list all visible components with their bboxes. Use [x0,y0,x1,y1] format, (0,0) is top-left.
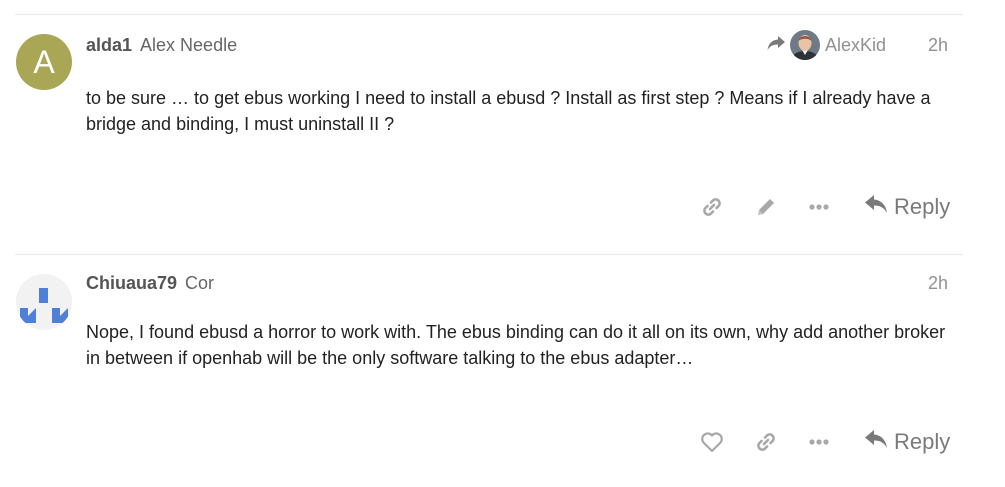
share-arrow-icon [766,35,786,56]
full-name: Cor [185,273,215,293]
ellipsis-icon[interactable] [805,193,833,221]
user-avatar[interactable]: A [16,34,72,90]
reply-arrow-icon [864,429,894,455]
link-icon[interactable] [752,428,780,456]
post-author: alda1 Alex Needle [86,35,237,56]
post-author: Chiuaua79 Cor [86,273,214,294]
reply-to-tab[interactable]: AlexKid [766,30,886,60]
username[interactable]: Chiuaua79 [86,273,177,293]
post-body: Nope, I found ebusd a horror to work wit… [86,322,946,368]
reply-to-avatar [790,30,820,60]
link-icon[interactable] [698,193,726,221]
heart-icon[interactable] [698,428,726,456]
pencil-icon[interactable] [752,193,780,221]
username[interactable]: alda1 [86,35,132,55]
full-name: Alex Needle [140,35,238,55]
ellipsis-icon[interactable] [805,428,833,456]
reply-label: Reply [894,194,951,219]
reply-arrow-icon [864,194,894,220]
post-2: Chiuaua79 Cor 2h Nope, I found ebusd a ho… [0,254,1005,487]
post-body: to be sure … to get ebus working I need … [86,88,931,134]
post-1: A alda1 Alex Needle AlexKid 2h to be sure… [0,0,1005,254]
user-avatar[interactable] [16,274,72,330]
reply-button[interactable]: Reply [864,429,950,455]
post-date[interactable]: 2h [928,273,948,294]
reply-label: Reply [894,429,951,454]
reply-button[interactable]: Reply [864,194,950,220]
post-date[interactable]: 2h [928,35,948,56]
reply-to-username: AlexKid [825,34,887,55]
